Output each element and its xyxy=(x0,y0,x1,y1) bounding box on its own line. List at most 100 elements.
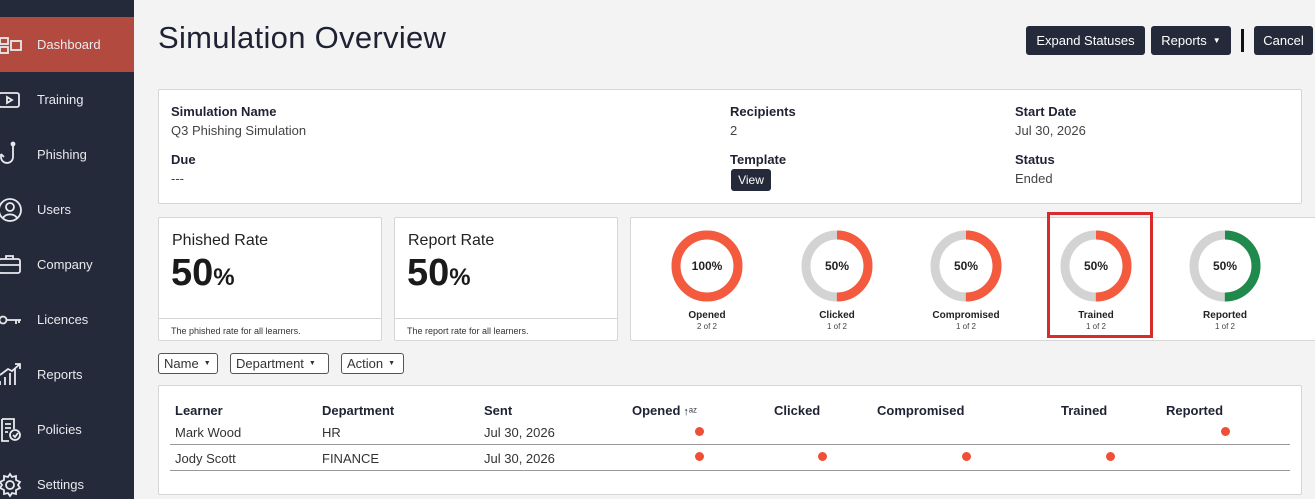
donut-count: 2 of 2 xyxy=(696,322,717,331)
donut-percent: 50% xyxy=(954,259,978,273)
column-header-department[interactable]: Department xyxy=(322,403,394,418)
phished-rate-value: 50% xyxy=(171,252,235,295)
sidebar-item-label: Dashboard xyxy=(37,37,101,52)
action-filter-dropdown[interactable]: Action ▼ xyxy=(341,353,404,374)
report-rate-card: Report Rate 50% The report rate for all … xyxy=(394,217,618,341)
column-header-compromised[interactable]: Compromised xyxy=(877,403,964,418)
sidebar-item-label: Training xyxy=(37,92,84,107)
donut-opened[interactable]: 100% Opened 2 of 2 xyxy=(670,229,744,331)
donut-reported[interactable]: 50% Reported 1 of 2 xyxy=(1188,229,1262,331)
column-header-learner[interactable]: Learner xyxy=(175,403,223,418)
donut-percent: 50% xyxy=(1213,259,1237,273)
donut-chart: 50% xyxy=(1189,230,1261,302)
caret-down-icon: ▼ xyxy=(1212,36,1221,45)
donut-count: 1 of 2 xyxy=(1214,322,1235,331)
donut-clicked[interactable]: 50% Clicked 1 of 2 xyxy=(800,229,874,331)
sidebar: Dashboard Training Phishing Users Compan… xyxy=(0,0,134,499)
status-label: Status xyxy=(1015,152,1055,167)
compromised-status-dot xyxy=(962,452,971,461)
sidebar-item-company[interactable]: Company xyxy=(0,237,134,292)
caret-down-icon: ▼ xyxy=(308,360,316,367)
phishing-hook-icon xyxy=(0,141,24,167)
donut-percent: 50% xyxy=(825,259,849,273)
recipients-value: 2 xyxy=(730,123,738,138)
trained-status-dot xyxy=(1106,452,1115,461)
cell-department: FINANCE xyxy=(322,451,380,466)
training-icon xyxy=(0,87,24,113)
report-rate-number: 50 xyxy=(407,252,450,294)
phished-rate-unit: % xyxy=(213,264,235,291)
phished-rate-title: Phished Rate xyxy=(172,232,269,249)
department-filter-dropdown[interactable]: Department ▼ xyxy=(230,353,329,374)
cell-learner: Jody Scott xyxy=(175,451,236,466)
sidebar-item-label: Reports xyxy=(37,367,83,382)
column-header-sent[interactable]: Sent xyxy=(484,403,512,418)
row-divider xyxy=(170,444,1290,445)
simulation-name-value: Q3 Phishing Simulation xyxy=(171,123,307,138)
sidebar-item-label: Licences xyxy=(37,312,89,327)
sidebar-item-policies[interactable]: Policies xyxy=(0,402,134,457)
learners-table: Learner Department Sent Opened ↑ᵃᶻ Clicke… xyxy=(158,385,1302,495)
cancel-button[interactable]: Cancel xyxy=(1254,26,1313,55)
column-header-clicked[interactable]: Clicked xyxy=(774,403,820,418)
start-date-label: Start Date xyxy=(1015,104,1077,119)
template-view-button[interactable]: View xyxy=(731,169,771,191)
cell-sent: Jul 30, 2026 xyxy=(484,451,555,466)
dashboard-icon xyxy=(0,32,24,58)
sidebar-item-training[interactable]: Training xyxy=(0,72,134,127)
sidebar-item-phishing[interactable]: Phishing xyxy=(0,127,134,182)
reports-dropdown-button[interactable]: Reports ▼ xyxy=(1151,26,1231,55)
name-filter-dropdown[interactable]: Name ▼ xyxy=(158,353,218,374)
column-header-opened[interactable]: Opened ↑ᵃᶻ xyxy=(632,403,697,418)
donut-compromised[interactable]: 50% Compromised 1 of 2 xyxy=(929,229,1003,331)
cell-sent: Jul 30, 2026 xyxy=(484,425,555,440)
cell-learner: Mark Wood xyxy=(175,425,242,440)
due-value: --- xyxy=(171,171,184,186)
clicked-status-dot xyxy=(818,452,827,461)
opened-status-dot xyxy=(695,427,704,436)
recipients-label: Recipients xyxy=(730,104,796,119)
caret-down-icon: ▼ xyxy=(388,360,396,367)
sidebar-item-label: Company xyxy=(37,257,93,272)
reports-button-label: Reports xyxy=(1161,33,1207,48)
sidebar-item-label: Phishing xyxy=(37,147,87,162)
sidebar-item-users[interactable]: Users xyxy=(0,182,134,237)
phished-rate-footnote: The phished rate for all learners. xyxy=(159,318,381,340)
donut-count: 1 of 2 xyxy=(955,322,976,331)
report-rate-value: 50% xyxy=(407,252,471,295)
opened-status-dot xyxy=(695,452,704,461)
donut-chart: 100% xyxy=(671,230,743,302)
reported-status-dot xyxy=(1221,427,1230,436)
donut-chart: 50% xyxy=(930,230,1002,302)
due-label: Due xyxy=(171,152,196,167)
expand-statuses-button[interactable]: Expand Statuses xyxy=(1026,26,1145,55)
sidebar-item-licences[interactable]: Licences xyxy=(0,292,134,347)
trained-highlight-box xyxy=(1047,212,1153,338)
phished-rate-number: 50 xyxy=(171,252,214,294)
filter-label: Department xyxy=(236,356,304,371)
column-header-reported[interactable]: Reported xyxy=(1166,403,1223,418)
column-header-trained[interactable]: Trained xyxy=(1061,403,1107,418)
template-label: Template xyxy=(730,152,787,167)
start-date-value: Jul 30, 2026 xyxy=(1015,123,1086,138)
chart-icon xyxy=(0,361,24,387)
sort-az-icon[interactable]: ↑ᵃᶻ xyxy=(683,406,697,418)
status-value: Ended xyxy=(1015,171,1053,186)
sidebar-item-dashboard[interactable]: Dashboard xyxy=(0,17,134,72)
gear-icon xyxy=(0,472,24,498)
report-rate-unit: % xyxy=(449,264,471,291)
filter-label: Action xyxy=(347,356,384,371)
sidebar-item-reports[interactable]: Reports xyxy=(0,347,134,402)
report-rate-footnote: The report rate for all learners. xyxy=(395,318,617,340)
sidebar-item-settings[interactable]: Settings xyxy=(0,457,134,499)
simulation-info-card: Simulation Name Q3 Phishing Simulation R… xyxy=(158,89,1302,204)
donut-count: 1 of 2 xyxy=(826,322,847,331)
briefcase-icon xyxy=(0,252,24,278)
row-divider xyxy=(170,470,1290,471)
sidebar-item-label: Policies xyxy=(37,422,82,437)
donut-label: Opened xyxy=(688,310,726,321)
simulation-name-label: Simulation Name xyxy=(171,104,277,119)
caret-down-icon: ▼ xyxy=(203,360,211,367)
cell-department: HR xyxy=(322,425,341,440)
donut-label: Clicked xyxy=(819,310,855,321)
